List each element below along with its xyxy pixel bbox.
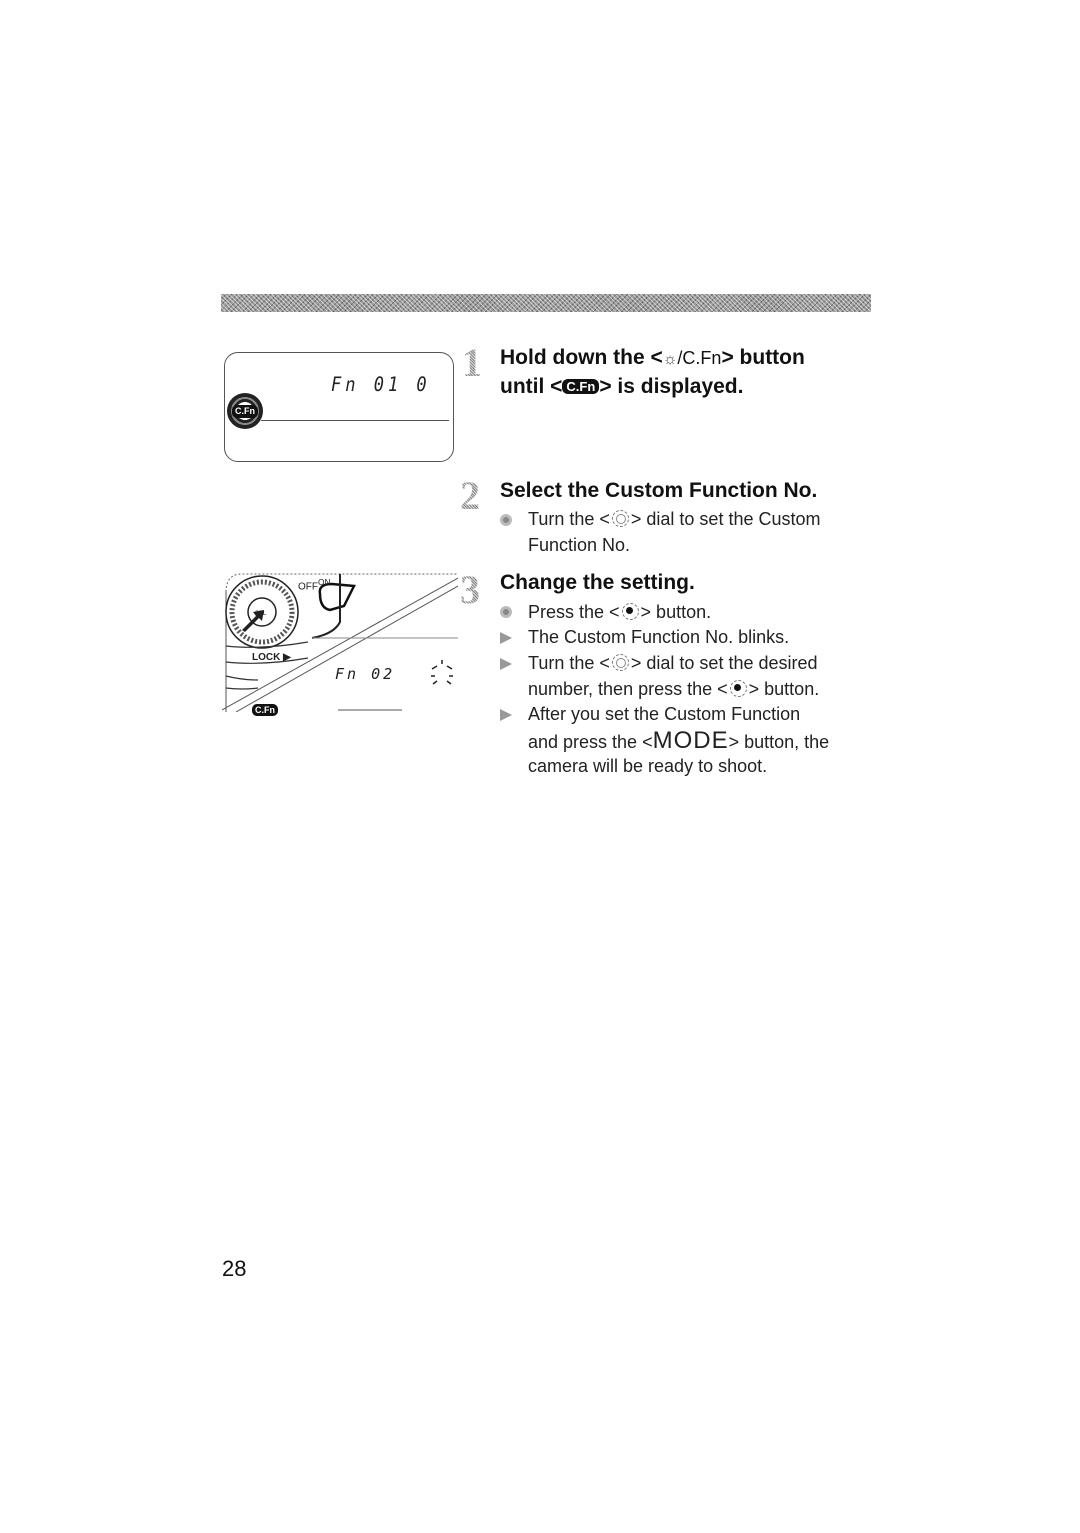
text-segment: > button — [721, 346, 805, 369]
text-segment: Turn the < — [528, 509, 610, 529]
result-bullet-icon — [500, 658, 512, 670]
step-1-title-line2: until < C.Fn > is displayed. — [500, 372, 743, 401]
lcd-readout-2: Fn 02 — [335, 665, 396, 683]
cfn-button-label: /C.Fn — [677, 348, 722, 368]
cfn-indicator-2: C.Fn — [252, 704, 278, 716]
text-segment: Press the < — [528, 602, 620, 622]
step-3-bullet-2: The Custom Function No. blinks. — [528, 627, 790, 647]
result-bullet-icon — [500, 632, 512, 644]
text-segment: > button. — [640, 602, 712, 622]
page-number: 28 — [222, 1256, 247, 1281]
main-dial-icon — [611, 653, 629, 671]
step-3-bullet-4-line3: camera will be ready to shoot. — [528, 756, 768, 776]
lcd-divider — [261, 420, 449, 421]
text-segment: Turn the < — [528, 653, 610, 673]
camera-body-drawing: SEL — [222, 573, 458, 712]
header-pattern-band — [221, 294, 871, 312]
camera-dial-illustration: SEL OFFON LOCK ▶ Fn 02 C.Fn — [222, 572, 458, 716]
blink-rays-icon — [431, 660, 453, 685]
lcd-readout: Fn 01 0 — [331, 373, 431, 397]
step-3-bullet-4-line2: and press the <MODE> button, the — [528, 728, 829, 755]
set-button-icon — [621, 602, 639, 620]
step-3-title: Change the setting. — [500, 571, 695, 594]
text-segment: until < — [500, 375, 563, 398]
text-segment: > button, the — [728, 732, 830, 752]
text-segment: and press the < — [528, 732, 653, 752]
step-number-2: 2 — [460, 473, 480, 518]
power-switch-label: OFFON — [298, 577, 331, 592]
step-2-bullet-1-line2: Function No. — [528, 535, 631, 555]
cfn-badge-icon: C.Fn — [562, 379, 600, 394]
result-bullet-icon — [500, 709, 512, 721]
step-3-bullet-3-line2: number, then press the < > button. — [528, 677, 819, 702]
text-segment: > dial to set the desired — [630, 653, 818, 673]
light-icon: ☼ — [662, 351, 678, 368]
text-segment: number, then press the < — [528, 679, 728, 699]
mode-button-label: MODE — [652, 727, 729, 754]
text-segment: Hold down the < — [500, 346, 663, 369]
step-3-bullet-3-line1: Turn the < > dial to set the desired — [528, 651, 818, 676]
action-bullet-icon — [500, 606, 512, 618]
text-segment: > is displayed. — [599, 375, 744, 398]
step-number-1: 1 — [462, 340, 482, 385]
step-number-3: 3 — [460, 567, 480, 612]
step-3-bullet-1: Press the < > button. — [528, 600, 711, 625]
cfn-highlight-icon: C.Fn — [227, 393, 263, 429]
switch-off-label: OFF — [298, 581, 318, 593]
action-bullet-icon — [500, 514, 512, 526]
lcd-panel-illustration: Fn 01 0 C.Fn — [224, 352, 454, 462]
text-segment: > button. — [748, 679, 820, 699]
step-2-title: Select the Custom Function No. — [500, 479, 818, 502]
set-button-icon — [729, 679, 747, 697]
main-dial-icon — [611, 509, 629, 527]
lock-label: LOCK ▶ — [252, 652, 291, 663]
step-2-bullet-1-line1: Turn the < > dial to set the Custom — [528, 507, 821, 532]
step-3-bullet-4-line1: After you set the Custom Function — [528, 704, 801, 724]
cfn-indicator: C.Fn — [232, 404, 258, 418]
step-1-title-line1: Hold down the <☼/C.Fn> button — [500, 343, 805, 374]
text-segment: > dial to set the Custom — [630, 509, 821, 529]
switch-on-label: ON — [318, 577, 331, 587]
